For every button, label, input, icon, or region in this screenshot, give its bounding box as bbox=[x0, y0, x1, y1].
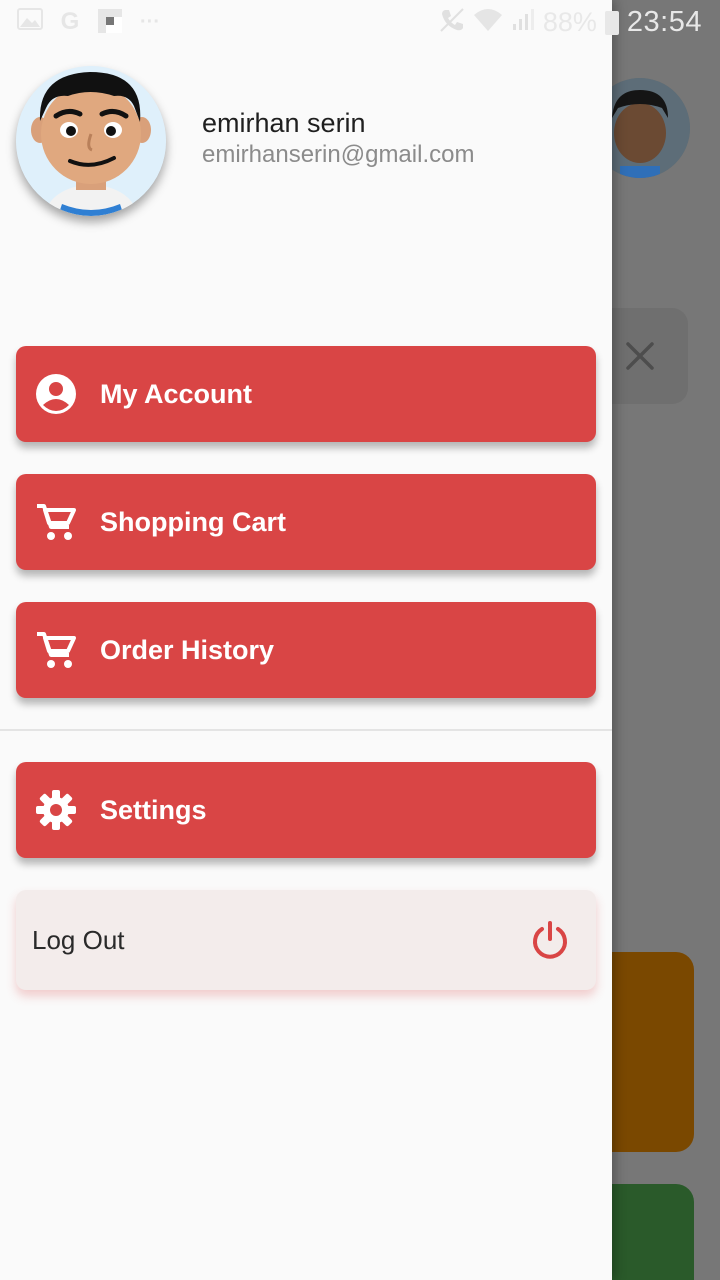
call-icon bbox=[439, 7, 465, 38]
shopping-cart-button[interactable]: Shopping Cart bbox=[16, 474, 596, 570]
wifi-icon bbox=[473, 7, 503, 38]
status-bar-right: 88% 23:54 bbox=[439, 6, 702, 39]
flipboard-icon bbox=[96, 8, 124, 36]
order-history-label: Order History bbox=[100, 634, 275, 665]
navigation-drawer: emirhan serin emirhanserin@gmail.com My … bbox=[0, 0, 612, 1280]
profile-header: emirhan serin emirhanserin@gmail.com bbox=[16, 66, 596, 216]
shopping-cart-label: Shopping Cart bbox=[100, 506, 286, 537]
log-out-button[interactable]: Log Out bbox=[16, 890, 596, 990]
gear-icon bbox=[34, 788, 78, 832]
menu-divider bbox=[0, 729, 612, 731]
image-icon bbox=[16, 8, 44, 36]
settings-label: Settings bbox=[100, 794, 207, 825]
status-bar: G ··· 88% 23:54 bbox=[0, 0, 720, 48]
signal-icon bbox=[511, 8, 535, 37]
status-time: 23:54 bbox=[626, 6, 702, 38]
more-dots-icon: ··· bbox=[140, 11, 160, 33]
user-avatar-illustration bbox=[16, 66, 166, 216]
settings-button[interactable]: Settings bbox=[16, 762, 596, 858]
battery-percentage: 88% bbox=[542, 7, 597, 37]
order-history-button[interactable]: Order History bbox=[16, 602, 596, 698]
avatar[interactable] bbox=[16, 66, 166, 216]
power-icon bbox=[530, 920, 570, 960]
cart-icon bbox=[34, 628, 78, 672]
user-email: emirhanserin@gmail.com bbox=[202, 141, 475, 168]
status-bar-left: G ··· bbox=[16, 8, 164, 36]
my-account-label: My Account bbox=[100, 378, 253, 409]
user-name: emirhan serin bbox=[202, 108, 366, 138]
account-circle-icon bbox=[34, 372, 78, 416]
close-icon bbox=[626, 342, 654, 370]
my-account-button[interactable]: My Account bbox=[16, 346, 596, 442]
google-icon: G bbox=[60, 8, 80, 35]
battery-icon bbox=[604, 10, 619, 35]
cart-icon bbox=[34, 500, 78, 544]
log-out-label: Log Out bbox=[32, 924, 125, 955]
